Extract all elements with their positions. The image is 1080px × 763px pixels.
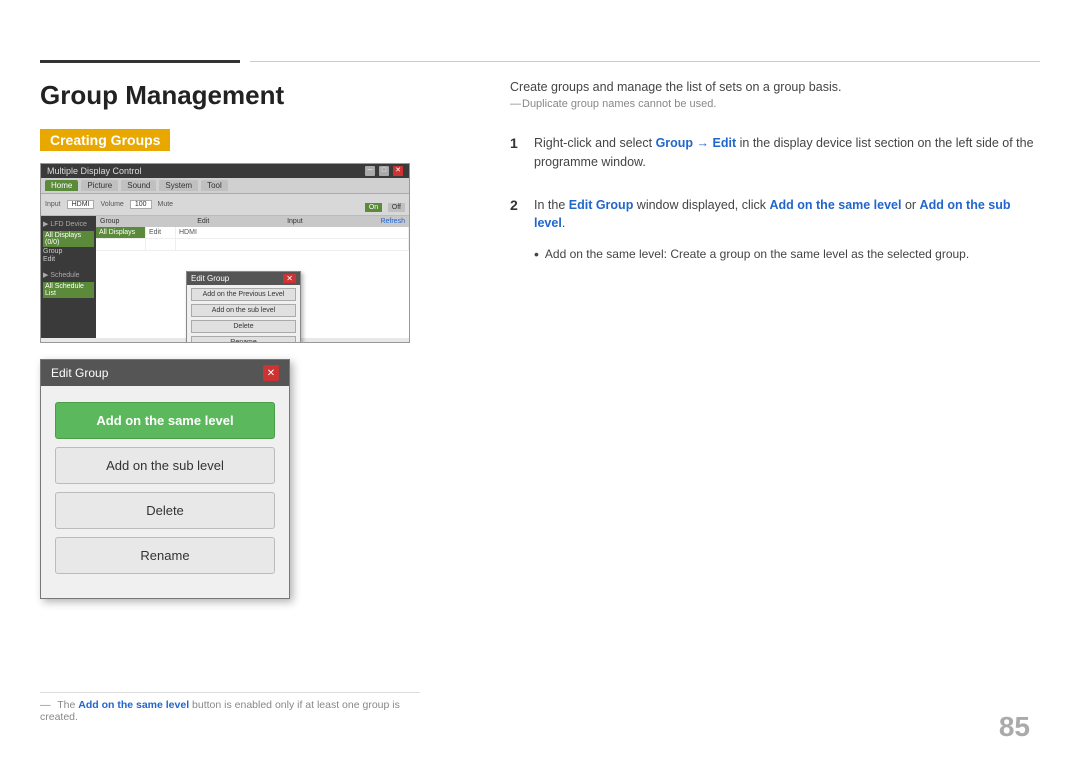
tab-system[interactable]: System [159, 180, 198, 191]
ss-col-input: Input [287, 218, 303, 225]
dialog-delete-button[interactable]: Delete [55, 492, 275, 529]
ss-row-1: All Displays Edit HDMI [96, 227, 409, 239]
popup-btn-delete[interactable]: Delete [191, 320, 296, 333]
ss-schedule-list: All Schedule List [43, 282, 94, 298]
dialog-title-text: Edit Group [51, 366, 108, 380]
popup-small-close[interactable]: ✕ [283, 274, 296, 283]
ss-body: ▶ LFD Device All Displays (0/0) Group Ed… [41, 216, 409, 338]
dialog-rename-button[interactable]: Rename [55, 537, 275, 574]
ss-cell-group-1: All Displays [96, 227, 146, 238]
app-title: Multiple Display Control [47, 166, 142, 176]
step-1-text: Right-click and select Group → Edit in t… [534, 134, 1040, 172]
ss-volume-value: 100 [130, 200, 152, 209]
minimize-icon: ─ [365, 166, 375, 176]
edit-group-dialog: Edit Group ✕ Add on the same level Add o… [40, 359, 290, 599]
ss-col-group: Group [100, 218, 119, 225]
tab-sound[interactable]: Sound [121, 180, 156, 191]
page-number: 85 [999, 711, 1030, 743]
popup-small-title-text: Edit Group [191, 274, 229, 283]
step-1-row: 1 Right-click and select Group → Edit in… [510, 134, 1040, 172]
bullet-row-1: • Add on the same level: Create a group … [534, 245, 1040, 265]
ss-cell-edit-2 [146, 239, 176, 250]
tab-home[interactable]: Home [45, 180, 78, 191]
popup-btn-add-previous[interactable]: Add on the Previous Level [191, 288, 296, 301]
step-1-block: 1 Right-click and select Group → Edit in… [510, 134, 1040, 172]
popup-small-title: Edit Group ✕ [187, 272, 300, 285]
dialog-add-sub-level-button[interactable]: Add on the sub level [55, 447, 275, 484]
popup-btn-rename[interactable]: Rename [191, 336, 296, 343]
ss-schedule-label: ▶ Schedule [43, 271, 94, 279]
ss-cell-group-2 [96, 239, 146, 250]
ss-on-btn[interactable]: On [365, 203, 382, 212]
ss-sidebar: ▶ LFD Device All Displays (0/0) Group Ed… [41, 216, 96, 338]
note-text: Duplicate group names cannot be used. [510, 98, 1040, 110]
page-title: Group Management [40, 80, 460, 111]
footer-note-text: The Add on the same level button is enab… [40, 699, 400, 723]
tab-picture[interactable]: Picture [81, 180, 118, 191]
close-icon: ✕ [393, 166, 403, 176]
dialog-body: Add on the same level Add on the sub lev… [41, 386, 289, 598]
bullet-dot-1: • [534, 245, 539, 265]
step-2-block: 2 In the Edit Group window displayed, cl… [510, 196, 1040, 265]
ss-group-item: Group [43, 248, 94, 255]
ss-edit-item: Edit [43, 256, 94, 263]
top-decorative-lines [0, 60, 1080, 63]
screenshot-top-mockup: Multiple Display Control ─ □ ✕ Home Pict… [40, 163, 410, 343]
left-column: Group Management Creating Groups Multipl… [40, 80, 460, 723]
bullet-highlight-samelevel: Add on the same level [545, 247, 664, 261]
step-2-row: 2 In the Edit Group window displayed, cl… [510, 196, 1040, 234]
top-line-light [250, 61, 1040, 62]
step-2-highlight-samelevel: Add on the same level [770, 198, 902, 212]
main-content: Group Management Creating Groups Multipl… [40, 80, 1040, 723]
popup-btn-add-sub[interactable]: Add on the sub level [191, 304, 296, 317]
step-2-highlight-editgroup: Edit Group [569, 198, 634, 212]
step-2-number: 2 [510, 196, 534, 234]
dialog-title-bar: Edit Group ✕ [41, 360, 289, 386]
bullet-text-1: Add on the same level: Create a group on… [545, 245, 969, 265]
ss-col-edit: Edit [197, 218, 209, 225]
top-line-dark [40, 60, 240, 63]
ss-device-header: Group Edit Input Refresh [96, 216, 409, 227]
ss-volume-label: Volume [100, 201, 123, 208]
tab-tool[interactable]: Tool [201, 180, 228, 191]
section-label: Creating Groups [40, 129, 170, 151]
step-2-text: In the Edit Group window displayed, clic… [534, 196, 1040, 234]
ss-cell-edit-1: Edit [146, 227, 176, 238]
footer-note: The Add on the same level button is enab… [40, 692, 420, 723]
ss-off-btn[interactable]: Off [388, 203, 405, 212]
ss-icons: On Off [365, 197, 405, 212]
step-1-number: 1 [510, 134, 534, 172]
dialog-close-button[interactable]: ✕ [263, 365, 279, 381]
ss-col-refresh: Refresh [380, 218, 405, 225]
ss-mute-label: Mute [158, 201, 174, 208]
ss-cell-input-1: HDMI [176, 227, 409, 238]
intro-text: Create groups and manage the list of set… [510, 80, 1040, 94]
ss-all-displays: All Displays (0/0) [43, 231, 94, 247]
ss-cell-input-2 [176, 239, 409, 250]
right-column: Create groups and manage the list of set… [460, 80, 1040, 723]
ss-main-area: Group Edit Input Refresh All Displays Ed… [96, 216, 409, 338]
edit-group-popup-small: Edit Group ✕ Add on the Previous Level A… [186, 271, 301, 343]
ss-input-label: Input [45, 201, 61, 208]
step-1-highlight: Group → Edit [656, 136, 737, 150]
ss-row-2 [96, 239, 409, 251]
dialog-add-same-level-button[interactable]: Add on the same level [55, 402, 275, 439]
ss-lfd-label: ▶ LFD Device [43, 220, 94, 228]
maximize-icon: □ [379, 166, 389, 176]
app-title-bar: Multiple Display Control ─ □ ✕ [41, 164, 409, 178]
ss-input-value: HDMI [67, 200, 95, 209]
